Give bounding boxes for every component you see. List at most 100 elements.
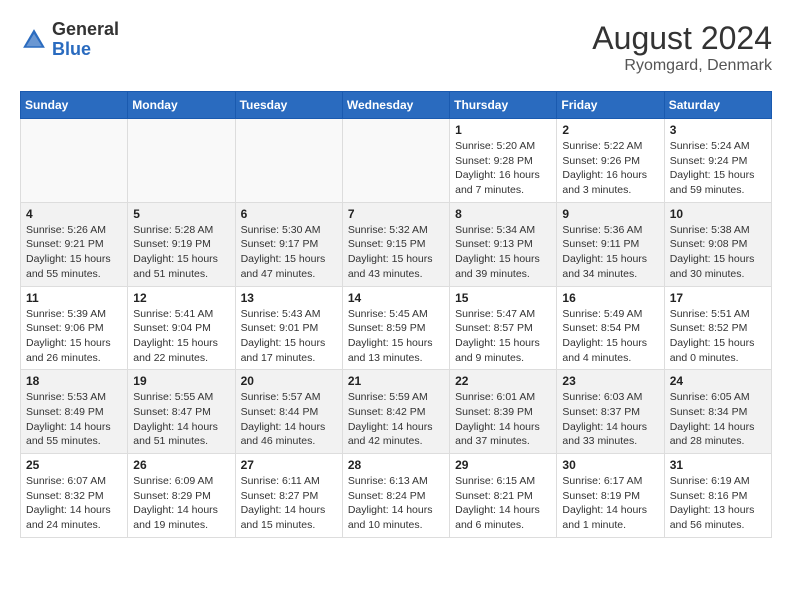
weekday-header: Monday (128, 92, 235, 119)
day-number: 6 (241, 207, 337, 221)
day-number: 23 (562, 374, 658, 388)
day-number: 18 (26, 374, 122, 388)
day-number: 3 (670, 123, 766, 137)
calendar-week-row: 1 Sunrise: 5:20 AM Sunset: 9:28 PM Daylig… (21, 119, 772, 203)
calendar-cell: 23 Sunrise: 6:03 AM Sunset: 8:37 PM Dayli… (557, 370, 664, 454)
calendar-cell: 17 Sunrise: 5:51 AM Sunset: 8:52 PM Dayli… (664, 286, 771, 370)
day-info: Sunrise: 5:43 AM Sunset: 9:01 PM Dayligh… (241, 307, 337, 366)
calendar-cell: 27Sunrise: 6:11 AM Sunset: 8:27 PM Dayli… (235, 454, 342, 538)
calendar-cell: 12Sunrise: 5:41 AM Sunset: 9:04 PM Dayli… (128, 286, 235, 370)
calendar-cell: 26Sunrise: 6:09 AM Sunset: 8:29 PM Dayli… (128, 454, 235, 538)
day-info: Sunrise: 5:38 AM Sunset: 9:08 PM Dayligh… (670, 223, 766, 282)
weekday-header: Sunday (21, 92, 128, 119)
day-number: 16 (562, 291, 658, 305)
day-info: Sunrise: 5:22 AM Sunset: 9:26 PM Dayligh… (562, 139, 658, 198)
day-info: Sunrise: 5:20 AM Sunset: 9:28 PM Dayligh… (455, 139, 551, 198)
day-number: 21 (348, 374, 444, 388)
day-info: Sunrise: 6:01 AM Sunset: 8:39 PM Dayligh… (455, 390, 551, 449)
calendar-cell: 10 Sunrise: 5:38 AM Sunset: 9:08 PM Dayli… (664, 202, 771, 286)
calendar-cell (128, 119, 235, 203)
day-info: Sunrise: 5:45 AM Sunset: 8:59 PM Dayligh… (348, 307, 444, 366)
calendar-cell: 31 Sunrise: 6:19 AM Sunset: 8:16 PM Dayli… (664, 454, 771, 538)
day-number: 26 (133, 458, 229, 472)
day-number: 27 (241, 458, 337, 472)
day-info: Sunrise: 5:39 AM Sunset: 9:06 PM Dayligh… (26, 307, 122, 366)
day-info: Sunrise: 5:34 AM Sunset: 9:13 PM Dayligh… (455, 223, 551, 282)
day-info: Sunrise: 6:17 AM Sunset: 8:19 PM Dayligh… (562, 474, 658, 533)
day-number: 15 (455, 291, 551, 305)
calendar-cell: 9 Sunrise: 5:36 AM Sunset: 9:11 PM Daylig… (557, 202, 664, 286)
calendar-cell: 19Sunrise: 5:55 AM Sunset: 8:47 PM Dayli… (128, 370, 235, 454)
day-number: 24 (670, 374, 766, 388)
weekday-header: Wednesday (342, 92, 449, 119)
day-info: Sunrise: 6:03 AM Sunset: 8:37 PM Dayligh… (562, 390, 658, 449)
weekday-header: Friday (557, 92, 664, 119)
day-number: 31 (670, 458, 766, 472)
calendar-table: SundayMondayTuesdayWednesdayThursdayFrid… (20, 91, 772, 538)
calendar-cell: 8Sunrise: 5:34 AM Sunset: 9:13 PM Daylig… (450, 202, 557, 286)
calendar-cell: 16 Sunrise: 5:49 AM Sunset: 8:54 PM Dayli… (557, 286, 664, 370)
day-info: Sunrise: 5:28 AM Sunset: 9:19 PM Dayligh… (133, 223, 229, 282)
day-number: 10 (670, 207, 766, 221)
day-info: Sunrise: 6:15 AM Sunset: 8:21 PM Dayligh… (455, 474, 551, 533)
calendar-cell: 13 Sunrise: 5:43 AM Sunset: 9:01 PM Dayli… (235, 286, 342, 370)
day-info: Sunrise: 5:53 AM Sunset: 8:49 PM Dayligh… (26, 390, 122, 449)
logo: General Blue (20, 20, 119, 60)
month-year: August 2024 (592, 20, 772, 57)
weekday-header: Tuesday (235, 92, 342, 119)
calendar-week-row: 4 Sunrise: 5:26 AM Sunset: 9:21 PM Daylig… (21, 202, 772, 286)
day-number: 9 (562, 207, 658, 221)
day-number: 14 (348, 291, 444, 305)
day-number: 4 (26, 207, 122, 221)
calendar-cell: 25 Sunrise: 6:07 AM Sunset: 8:32 PM Dayli… (21, 454, 128, 538)
calendar-cell: 28Sunrise: 6:13 AM Sunset: 8:24 PM Dayli… (342, 454, 449, 538)
day-info: Sunrise: 5:51 AM Sunset: 8:52 PM Dayligh… (670, 307, 766, 366)
day-number: 1 (455, 123, 551, 137)
calendar-cell: 21 Sunrise: 5:59 AM Sunset: 8:42 PM Dayli… (342, 370, 449, 454)
day-info: Sunrise: 5:47 AM Sunset: 8:57 PM Dayligh… (455, 307, 551, 366)
day-info: Sunrise: 5:57 AM Sunset: 8:44 PM Dayligh… (241, 390, 337, 449)
day-number: 17 (670, 291, 766, 305)
calendar-cell: 7Sunrise: 5:32 AM Sunset: 9:15 PM Daylig… (342, 202, 449, 286)
day-number: 19 (133, 374, 229, 388)
calendar-cell: 4 Sunrise: 5:26 AM Sunset: 9:21 PM Daylig… (21, 202, 128, 286)
weekday-header: Thursday (450, 92, 557, 119)
calendar-cell: 1 Sunrise: 5:20 AM Sunset: 9:28 PM Daylig… (450, 119, 557, 203)
calendar-week-row: 25 Sunrise: 6:07 AM Sunset: 8:32 PM Dayli… (21, 454, 772, 538)
calendar-cell: 20 Sunrise: 5:57 AM Sunset: 8:44 PM Dayli… (235, 370, 342, 454)
day-number: 11 (26, 291, 122, 305)
day-info: Sunrise: 5:32 AM Sunset: 9:15 PM Dayligh… (348, 223, 444, 282)
calendar-cell: 15 Sunrise: 5:47 AM Sunset: 8:57 PM Dayli… (450, 286, 557, 370)
calendar-cell: 22Sunrise: 6:01 AM Sunset: 8:39 PM Dayli… (450, 370, 557, 454)
day-info: Sunrise: 6:19 AM Sunset: 8:16 PM Dayligh… (670, 474, 766, 533)
day-number: 25 (26, 458, 122, 472)
calendar-week-row: 11 Sunrise: 5:39 AM Sunset: 9:06 PM Dayli… (21, 286, 772, 370)
logo-blue: Blue (52, 40, 119, 60)
day-info: Sunrise: 5:36 AM Sunset: 9:11 PM Dayligh… (562, 223, 658, 282)
day-info: Sunrise: 6:13 AM Sunset: 8:24 PM Dayligh… (348, 474, 444, 533)
calendar-cell: 30 Sunrise: 6:17 AM Sunset: 8:19 PM Dayli… (557, 454, 664, 538)
weekday-header: Saturday (664, 92, 771, 119)
day-info: Sunrise: 5:49 AM Sunset: 8:54 PM Dayligh… (562, 307, 658, 366)
logo-general: General (52, 20, 119, 40)
calendar-cell (21, 119, 128, 203)
day-info: Sunrise: 6:07 AM Sunset: 8:32 PM Dayligh… (26, 474, 122, 533)
day-info: Sunrise: 5:41 AM Sunset: 9:04 PM Dayligh… (133, 307, 229, 366)
calendar-cell (235, 119, 342, 203)
day-number: 13 (241, 291, 337, 305)
location: Ryomgard, Denmark (592, 57, 772, 75)
day-number: 29 (455, 458, 551, 472)
calendar-body: 1 Sunrise: 5:20 AM Sunset: 9:28 PM Daylig… (21, 119, 772, 538)
day-number: 30 (562, 458, 658, 472)
weekday-row: SundayMondayTuesdayWednesdayThursdayFrid… (21, 92, 772, 119)
calendar-cell: 29 Sunrise: 6:15 AM Sunset: 8:21 PM Dayli… (450, 454, 557, 538)
calendar-cell: 14 Sunrise: 5:45 AM Sunset: 8:59 PM Dayli… (342, 286, 449, 370)
calendar-cell: 5 Sunrise: 5:28 AM Sunset: 9:19 PM Daylig… (128, 202, 235, 286)
calendar-header: SundayMondayTuesdayWednesdayThursdayFrid… (21, 92, 772, 119)
day-number: 2 (562, 123, 658, 137)
day-number: 5 (133, 207, 229, 221)
day-number: 20 (241, 374, 337, 388)
day-info: Sunrise: 6:05 AM Sunset: 8:34 PM Dayligh… (670, 390, 766, 449)
day-info: Sunrise: 5:26 AM Sunset: 9:21 PM Dayligh… (26, 223, 122, 282)
day-info: Sunrise: 5:59 AM Sunset: 8:42 PM Dayligh… (348, 390, 444, 449)
